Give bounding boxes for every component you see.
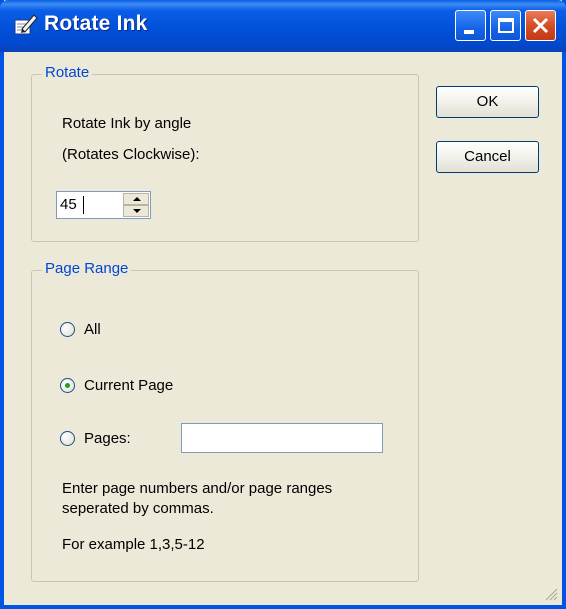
pages-input[interactable]	[181, 423, 383, 453]
minimize-button[interactable]	[455, 10, 486, 41]
text-caret	[83, 196, 84, 214]
rotate-angle-label: Rotate Ink by angle	[62, 115, 192, 132]
minimize-icon	[464, 30, 474, 34]
spinner-down-arrow-icon[interactable]	[123, 205, 149, 217]
page-range-group-legend: Page Range	[42, 260, 132, 277]
radio-current-page[interactable]	[60, 378, 75, 393]
radio-pages-label[interactable]: Pages:	[84, 430, 131, 447]
close-button[interactable]	[525, 10, 556, 41]
spinner-up-arrow-icon[interactable]	[123, 193, 149, 205]
angle-input[interactable]: 45	[60, 196, 77, 213]
help-text-line1: Enter page numbers and/or page ranges	[62, 480, 333, 497]
window-title: Rotate Ink	[44, 12, 148, 35]
spinner-arrows	[123, 193, 149, 217]
radio-all-label[interactable]: All	[84, 321, 101, 338]
example-text: For example 1,3,5-12	[62, 536, 205, 553]
rotate-ink-dialog: Rotate Ink Rotate Rotate Ink by angle (R…	[0, 0, 566, 609]
maximize-icon	[498, 18, 514, 33]
ok-button[interactable]: OK	[436, 86, 539, 118]
rotate-group-legend: Rotate	[42, 64, 93, 81]
help-text-line2: seperated by commas.	[62, 500, 214, 517]
radio-all[interactable]	[60, 322, 75, 337]
close-icon	[532, 17, 549, 34]
radio-selected-dot	[65, 383, 70, 388]
maximize-button[interactable]	[490, 10, 521, 41]
radio-current-page-label[interactable]: Current Page	[84, 377, 173, 394]
angle-spinner[interactable]: 45	[56, 191, 151, 219]
title-bar[interactable]: Rotate Ink	[0, 0, 566, 52]
resize-grip-icon[interactable]	[544, 587, 558, 601]
radio-pages[interactable]	[60, 431, 75, 446]
rotate-direction-label: (Rotates Clockwise):	[62, 146, 200, 163]
pen-edit-icon	[14, 14, 38, 35]
cancel-button[interactable]: Cancel	[436, 141, 539, 173]
